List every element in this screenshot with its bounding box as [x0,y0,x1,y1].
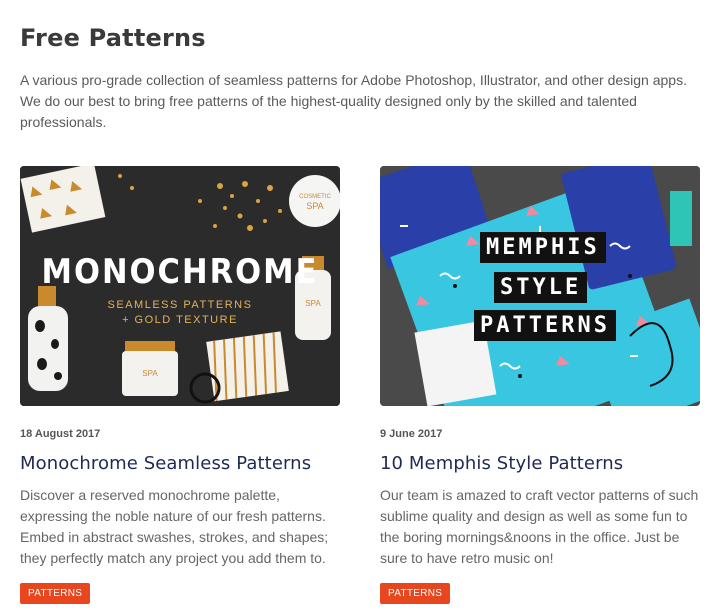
memphis-word-1: MEMPHIS [480,232,606,263]
monochrome-subheading: SEAMLESS PATTERNS + GOLD TEXTURE [20,298,340,328]
memphis-word-2: STYLE [494,272,588,303]
monochrome-sub-line-1: SEAMLESS PATTERNS [107,299,253,311]
post-thumbnail-monochrome[interactable]: COSMETIC SPA SPA SPA MONOCHROME SEAMLESS… [20,166,340,406]
spa-label-2: SPA [142,369,158,378]
monochrome-heading: MONOCHROME [41,252,319,292]
post-excerpt: Discover a reserved monochrome palette, … [20,487,329,566]
page-intro: A various pro-grade collection of seamle… [20,72,687,130]
post-card-memphis: MEMPHIS STYLE PATTERNS 9 June 2017 10 Me… [380,166,700,604]
monochrome-sub-line-2: + GOLD TEXTURE [122,314,238,326]
post-date: 18 August 2017 [20,428,101,440]
post-excerpt: Our team is amazed to craft vector patte… [380,487,699,566]
page-title: Free Patterns [20,24,206,52]
post-thumbnail-memphis[interactable]: MEMPHIS STYLE PATTERNS [380,166,700,406]
post-title-link[interactable]: 10 Memphis Style Patterns [380,453,700,474]
post-title-link[interactable]: Monochrome Seamless Patterns [20,453,340,474]
svg-text:COSMETIC: COSMETIC [299,194,331,200]
post-card-monochrome: COSMETIC SPA SPA SPA MONOCHROME SEAMLESS… [20,166,340,604]
spa-label-1: SPA [306,201,323,211]
memphis-word-3: PATTERNS [474,310,616,341]
category-tag-patterns[interactable]: PATTERNS [380,583,451,604]
category-tag-patterns[interactable]: PATTERNS [20,583,91,604]
post-date: 9 June 2017 [380,428,443,440]
